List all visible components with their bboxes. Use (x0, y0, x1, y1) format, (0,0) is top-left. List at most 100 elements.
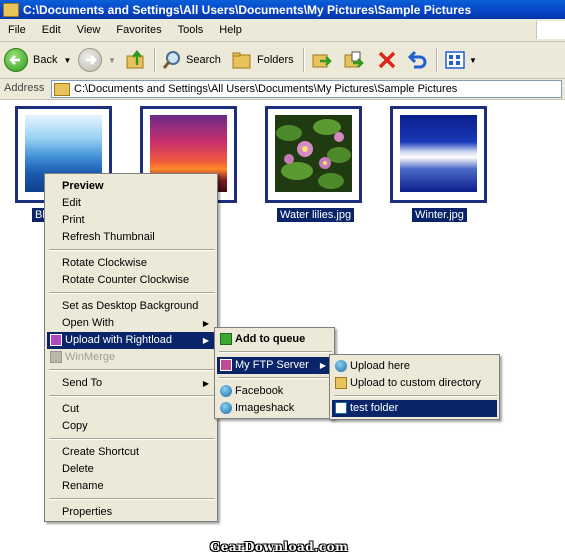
menu-separator (49, 498, 215, 500)
winmerge-label: WinMerge (65, 351, 116, 363)
folders-button[interactable]: Folders (231, 47, 294, 73)
move-to-button[interactable] (311, 47, 333, 73)
menu-separator (334, 395, 497, 397)
menu-file[interactable]: File (0, 24, 34, 36)
forward-button[interactable]: ▼ (78, 47, 116, 73)
imageshack-globe-icon (220, 402, 232, 414)
up-folder-button[interactable] (125, 47, 147, 73)
watermark: GearDownload.com (210, 540, 349, 554)
copy-to-button[interactable] (343, 47, 365, 73)
file-caption[interactable]: Water lilies.jpg (277, 208, 355, 222)
submenu-arrow-icon: ▶ (202, 319, 209, 328)
menu-item-rotate-counter-clockwise[interactable]: Rotate Counter Clockwise (47, 272, 215, 289)
menu-item-rename[interactable]: Rename (47, 478, 215, 495)
window-title: C:\Documents and Settings\All Users\Docu… (23, 2, 472, 17)
title-bar: C:\Documents and Settings\All Users\Docu… (0, 0, 565, 19)
menu-item-set-desktop-background[interactable]: Set as Desktop Background (47, 298, 215, 315)
undo-icon (407, 50, 427, 69)
upload-here-label: Upload here (350, 360, 410, 372)
upload-globe-icon (335, 360, 347, 372)
search-label: Search (186, 54, 221, 66)
menu-item-upload-with-rightload[interactable]: Upload with Rightload ▶ (47, 332, 215, 349)
menu-item-copy[interactable]: Copy (47, 418, 215, 435)
menu-item-refresh-thumbnail[interactable]: Refresh Thumbnail (47, 229, 215, 246)
menu-item-cut[interactable]: Cut (47, 401, 215, 418)
address-bar: Address C:\Documents and Settings\All Us… (0, 79, 565, 100)
menu-view[interactable]: View (69, 24, 109, 36)
folder-icon (54, 82, 70, 96)
add-queue-icon (220, 333, 232, 345)
address-label: Address (4, 82, 45, 94)
menu-separator (219, 377, 332, 379)
open-with-label: Open With (62, 317, 114, 329)
menu-tools[interactable]: Tools (170, 24, 212, 36)
back-dropdown-icon[interactable]: ▼ (63, 56, 71, 65)
menu-item-properties[interactable]: Properties (47, 504, 215, 521)
toolbar-separator (303, 48, 305, 72)
file-thumbnail[interactable] (390, 106, 487, 203)
folders-label: Folders (257, 54, 294, 66)
add-to-queue-label: Add to queue (235, 333, 306, 345)
menu-bar: File Edit View Favorites Tools Help (0, 19, 565, 42)
menu-item-create-shortcut[interactable]: Create Shortcut (47, 444, 215, 461)
menu-item-imageshack[interactable]: Imageshack (217, 400, 332, 417)
menu-edit[interactable]: Edit (34, 24, 69, 36)
menu-favorites[interactable]: Favorites (108, 24, 169, 36)
menu-help[interactable]: Help (211, 24, 250, 36)
menu-item-upload-custom-directory[interactable]: Upload to custom directory (332, 375, 497, 392)
back-label: Back (33, 54, 58, 66)
ftp-submenu: Upload here Upload to custom directory t… (329, 354, 500, 420)
file-thumbnail[interactable] (265, 106, 362, 203)
menu-item-send-to[interactable]: Send To ▶ (47, 375, 215, 392)
search-button[interactable]: Search (161, 47, 221, 73)
folder-icon (3, 2, 19, 17)
file-caption[interactable]: Winter.jpg (412, 208, 467, 222)
menu-item-add-to-queue[interactable]: Add to queue (217, 331, 332, 348)
back-arrow-icon (4, 48, 28, 72)
toolbar-separator (436, 48, 438, 72)
menu-item-rotate-clockwise[interactable]: Rotate Clockwise (47, 255, 215, 272)
menu-item-edit[interactable]: Edit (47, 195, 215, 212)
test-folder-icon (335, 402, 347, 414)
folders-icon (232, 52, 251, 69)
menu-item-my-ftp-server[interactable]: My FTP Server ▶ (217, 357, 332, 374)
menu-separator (219, 351, 332, 353)
upload-custom-label: Upload to custom directory (350, 377, 481, 389)
delete-button[interactable] (376, 47, 398, 73)
test-folder-label: test folder (350, 402, 399, 414)
views-button[interactable]: ▼ (444, 47, 477, 73)
views-icon (445, 51, 465, 69)
facebook-label: Facebook (235, 385, 284, 397)
send-to-label: Send To (62, 377, 103, 389)
submenu-arrow-icon: ▶ (319, 361, 326, 370)
menu-item-open-with[interactable]: Open With ▶ (47, 315, 215, 332)
copy-to-icon (344, 51, 364, 68)
toolbar-separator (154, 48, 156, 72)
winter-image (400, 115, 477, 192)
menu-separator (49, 369, 215, 371)
winmerge-icon (50, 351, 62, 363)
rightload-icon (50, 334, 62, 346)
context-menu: Preview Edit Print Refresh Thumbnail Rot… (44, 173, 218, 522)
search-icon (162, 51, 180, 69)
delete-x-icon (378, 51, 396, 69)
menu-separator (49, 395, 215, 397)
rightload-submenu: Add to queue My FTP Server ▶ Facebook Im… (214, 327, 335, 419)
menu-item-test-folder[interactable]: test folder (332, 400, 497, 417)
menu-separator (49, 438, 215, 440)
menu-item-preview[interactable]: Preview (47, 178, 215, 195)
back-button[interactable]: Back ▼ (4, 47, 71, 73)
menu-item-delete[interactable]: Delete (47, 461, 215, 478)
menu-item-facebook[interactable]: Facebook (217, 383, 332, 400)
address-field[interactable]: C:\Documents and Settings\All Users\Docu… (51, 80, 562, 98)
menu-item-print[interactable]: Print (47, 212, 215, 229)
facebook-globe-icon (220, 385, 232, 397)
forward-dropdown-icon[interactable]: ▼ (108, 56, 116, 65)
menu-item-upload-here[interactable]: Upload here (332, 358, 497, 375)
up-folder-icon (126, 49, 144, 69)
views-dropdown-icon[interactable]: ▼ (469, 56, 477, 65)
water-lilies-art (275, 115, 352, 192)
imageshack-label: Imageshack (235, 402, 295, 414)
undo-button[interactable] (406, 47, 428, 73)
menu-item-winmerge[interactable]: WinMerge (47, 349, 215, 366)
